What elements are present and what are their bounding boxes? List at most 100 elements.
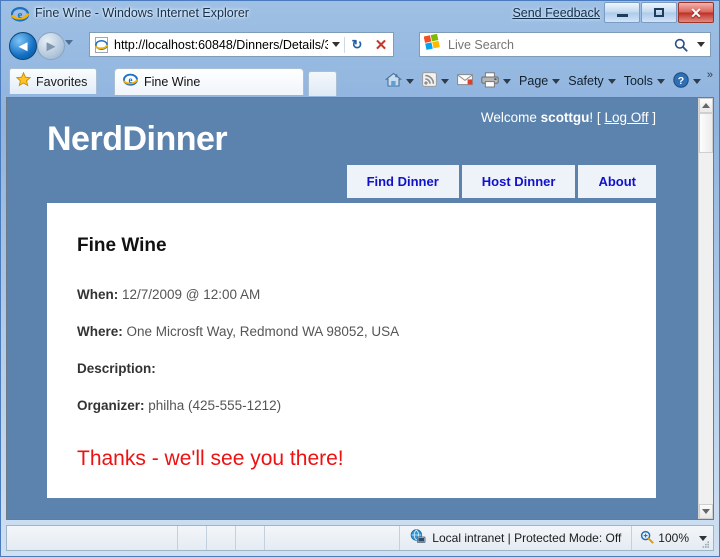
page-menu-label: Page: [519, 74, 549, 88]
scroll-up-button[interactable]: [699, 98, 713, 113]
maximize-icon: [654, 8, 664, 17]
internet-explorer-logo-icon: e: [10, 5, 30, 23]
site-nav-menu: Find Dinner Host Dinner About: [344, 165, 656, 198]
scrollbar-thumb[interactable]: [699, 113, 713, 153]
status-bar: Local intranet | Protected Mode: Off 100…: [6, 525, 714, 551]
field-where-label: Where:: [77, 324, 123, 339]
safety-chevron-down-icon[interactable]: [607, 78, 616, 84]
browser-window: e Fine Wine - Windows Internet Explorer …: [0, 0, 720, 557]
print-chevron-down-icon[interactable]: [503, 78, 512, 84]
rss-feed-icon: [422, 72, 437, 90]
help-icon: ?: [673, 71, 689, 91]
forward-button[interactable]: ►: [37, 32, 65, 60]
welcome-area: Welcome scottgu! [ Log Off ]: [481, 110, 656, 125]
field-when-value: 12/7/2009 @ 12:00 AM: [118, 287, 261, 302]
new-tab-button[interactable]: [308, 71, 337, 96]
status-divider: [178, 526, 207, 550]
local-intranet-icon: [410, 529, 426, 547]
tools-menu[interactable]: Tools: [620, 69, 669, 93]
home-button[interactable]: [381, 69, 418, 93]
window-title: Fine Wine - Windows Internet Explorer: [35, 6, 249, 20]
page-viewport: NerdDinner Welcome scottgu! [ Log Off ] …: [6, 97, 714, 520]
field-organizer: Organizer: philha (425-555-1212): [77, 398, 626, 413]
title-bar: e Fine Wine - Windows Internet Explorer …: [1, 1, 719, 28]
tab-favicon-icon: e: [123, 72, 138, 92]
dinner-title: Fine Wine: [77, 235, 167, 256]
feeds-chevron-down-icon[interactable]: [441, 78, 450, 84]
send-feedback-link[interactable]: Send Feedback: [512, 6, 600, 20]
safety-menu-label: Safety: [568, 74, 604, 88]
status-divider: [207, 526, 236, 550]
status-message-area: [7, 526, 178, 550]
welcome-suffix: ! [: [589, 110, 605, 125]
minimize-button[interactable]: [604, 2, 640, 23]
field-when-label: When:: [77, 287, 119, 302]
search-bar[interactable]: [419, 32, 711, 57]
username: scottgu: [540, 110, 590, 125]
command-overflow-icon[interactable]: »: [707, 69, 713, 81]
refresh-icon[interactable]: ↻: [344, 36, 369, 53]
security-zone-indicator[interactable]: Local intranet | Protected Mode: Off: [400, 526, 633, 550]
welcome-prefix: Welcome: [480, 110, 541, 125]
safety-menu[interactable]: Safety: [564, 69, 619, 93]
search-input[interactable]: [446, 36, 670, 53]
chevron-down-icon: [702, 509, 710, 514]
field-when: When: 12/7/2009 @ 12:00 AM: [77, 287, 626, 302]
field-organizer-label: Organizer:: [77, 398, 145, 413]
navigation-bar: ◄ ► http://localhost:60848/Dinners/Detai…: [1, 28, 719, 63]
mail-icon: [457, 73, 473, 89]
zoom-icon: [640, 530, 654, 547]
address-dropdown-chevron-down-icon[interactable]: [328, 42, 344, 47]
address-bar[interactable]: http://localhost:60848/Dinners/Details/3…: [89, 32, 394, 57]
search-icon[interactable]: [670, 38, 692, 52]
recent-pages-chevron-down-icon[interactable]: [65, 40, 73, 45]
live-search-logo-icon: [423, 33, 440, 55]
close-button[interactable]: ✕: [678, 2, 714, 23]
status-spacer: [265, 526, 401, 550]
rsvp-confirmation-message: Thanks - we'll see you there!: [77, 447, 344, 470]
page-menu[interactable]: Page: [515, 69, 564, 93]
help-chevron-down-icon[interactable]: [692, 78, 701, 84]
back-button[interactable]: ◄: [9, 32, 37, 60]
maximize-button[interactable]: [641, 2, 677, 23]
svg-text:?: ?: [678, 74, 684, 86]
page-chevron-down-icon[interactable]: [552, 78, 561, 84]
command-bar: Page Safety Tools ? »: [381, 69, 713, 93]
scroll-down-button[interactable]: [699, 504, 713, 519]
welcome-end: ]: [648, 110, 656, 125]
status-divider: [236, 526, 265, 550]
stop-icon[interactable]: ✕: [369, 36, 393, 54]
vertical-scrollbar[interactable]: [698, 98, 713, 519]
favorites-button[interactable]: Favorites: [9, 68, 98, 94]
close-icon: ✕: [690, 4, 702, 21]
svg-text:e: e: [18, 9, 23, 21]
forward-arrow-icon: ►: [43, 37, 59, 55]
log-off-link[interactable]: Log Off: [604, 110, 648, 125]
print-button[interactable]: [477, 69, 515, 93]
field-description-label: Description:: [77, 361, 156, 376]
nav-host-dinner[interactable]: Host Dinner: [461, 165, 576, 198]
security-zone-text: Local intranet | Protected Mode: Off: [432, 531, 622, 545]
nav-about[interactable]: About: [578, 165, 656, 198]
tools-chevron-down-icon[interactable]: [656, 78, 665, 84]
nerddinner-page: NerdDinner Welcome scottgu! [ Log Off ] …: [7, 98, 698, 519]
svg-text:e: e: [129, 75, 133, 85]
dinner-details-panel: Fine Wine When: 12/7/2009 @ 12:00 AM Whe…: [47, 203, 656, 498]
resize-grip-icon[interactable]: [700, 537, 710, 548]
printer-icon: [481, 71, 499, 91]
search-provider-chevron-down-icon[interactable]: [692, 42, 710, 47]
zoom-level-text: 100%: [658, 531, 689, 545]
back-arrow-icon: ◄: [15, 37, 31, 55]
site-brand-title: NerdDinner: [47, 120, 228, 158]
minimize-icon: [616, 14, 628, 17]
help-button[interactable]: ?: [669, 69, 705, 93]
home-chevron-down-icon[interactable]: [406, 78, 415, 84]
field-organizer-value: philha (425-555-1212): [144, 398, 282, 413]
nav-find-dinner[interactable]: Find Dinner: [346, 165, 459, 198]
tab-title: Fine Wine: [144, 75, 201, 89]
address-url-text: http://localhost:60848/Dinners/Details/3: [114, 37, 328, 52]
browser-tab[interactable]: e Fine Wine: [114, 68, 304, 95]
page-favicon-icon: [94, 36, 109, 53]
mail-button[interactable]: [453, 69, 477, 93]
feeds-button[interactable]: [418, 69, 453, 93]
